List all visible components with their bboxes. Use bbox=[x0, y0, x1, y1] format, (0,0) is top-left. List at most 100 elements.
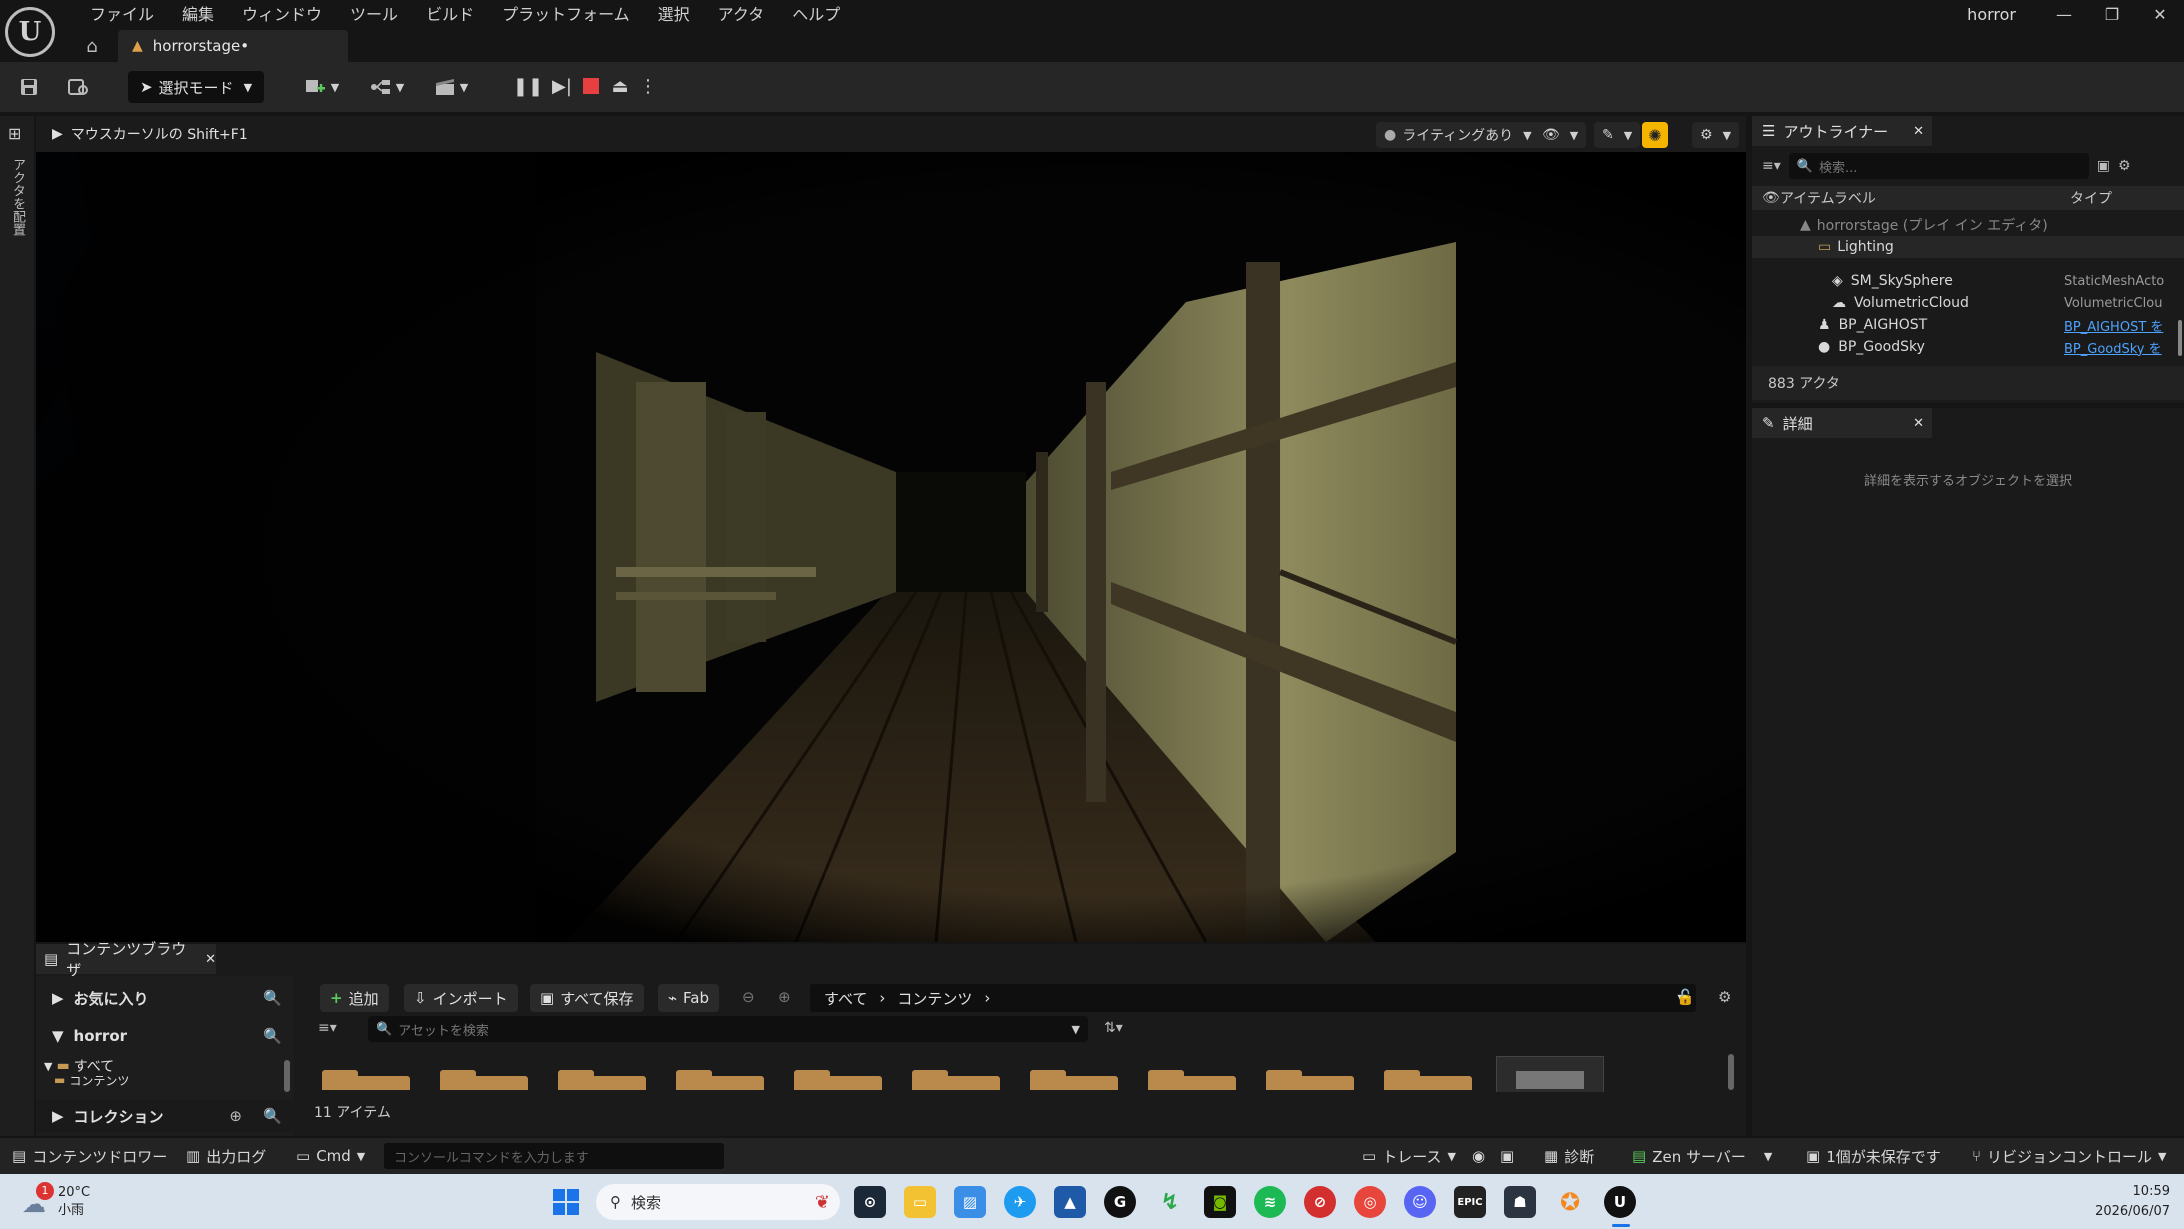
details-tab[interactable]: ✎ 詳細 ✕ bbox=[1752, 408, 1932, 438]
photos-icon[interactable]: ▨ bbox=[954, 1186, 986, 1218]
stop-icon[interactable] bbox=[583, 78, 599, 94]
unsaved-button[interactable]: ▣ 1個が未保存です bbox=[1806, 1138, 1941, 1174]
step-icon[interactable]: ▶| bbox=[549, 71, 575, 101]
show-flags-button[interactable]: 👁 ▼ bbox=[1534, 122, 1587, 148]
tab-horrorstage[interactable]: ▲ horrorstage• bbox=[118, 30, 348, 62]
col-type[interactable]: タイプ bbox=[2070, 188, 2112, 208]
content-drawer-button[interactable]: ▤ コンテンツドロワー bbox=[12, 1138, 167, 1174]
cmd-selector[interactable]: ▭ Cmd ▼ bbox=[296, 1138, 365, 1174]
collections-section[interactable]: ▶ コレクション ⊕ 🔍 bbox=[36, 1100, 294, 1132]
app-robot-icon[interactable]: ☗ bbox=[1504, 1186, 1536, 1218]
save-icon[interactable] bbox=[14, 71, 44, 103]
menu-build[interactable]: ビルド bbox=[412, 2, 488, 28]
asset-thumbnail[interactable] bbox=[1496, 1056, 1604, 1092]
close-window-button[interactable]: ✕ bbox=[2136, 1, 2184, 29]
gallery-icon[interactable]: ▲ bbox=[1054, 1186, 1086, 1218]
home-icon[interactable]: ⌂ bbox=[76, 30, 108, 62]
tree-row[interactable]: ▲ horrorstage (プレイ イン エディタ) bbox=[1752, 214, 2184, 236]
history-forward-icon[interactable]: ⊕ bbox=[778, 988, 791, 1006]
chrome-icon[interactable]: ◎ bbox=[1354, 1186, 1386, 1218]
console-input[interactable]: コンソールコマンドを入力します bbox=[384, 1143, 724, 1169]
lighting-mode-button[interactable]: ● ライティングあり ▼ bbox=[1376, 122, 1540, 148]
add-actor-icon[interactable]: ▼ bbox=[300, 71, 344, 103]
asset-folder[interactable] bbox=[794, 1070, 882, 1090]
output-log-button[interactable]: ▥ 出力ログ bbox=[186, 1138, 266, 1174]
tree-row[interactable]: ♟ BP_AIGHOST BP_AIGHOST を bbox=[1752, 314, 2184, 336]
place-actors-tab[interactable]: アクタを配置 bbox=[8, 158, 27, 236]
breadcrumb-all[interactable]: すべて bbox=[824, 988, 867, 1009]
app-green-icon[interactable]: ↯ bbox=[1154, 1186, 1186, 1218]
col-item-label[interactable]: アイテムラベル bbox=[1780, 188, 2070, 208]
snap-settings-button[interactable]: ✎ ▼ bbox=[1594, 122, 1641, 148]
menu-file[interactable]: ファイル bbox=[76, 2, 168, 28]
minimize-button[interactable]: — bbox=[2040, 1, 2088, 29]
more-options-icon[interactable]: ⋮ bbox=[639, 71, 657, 101]
weather-widget[interactable]: ☁ 1 bbox=[22, 1182, 54, 1218]
epic-games-icon[interactable]: EPIC bbox=[1454, 1186, 1486, 1218]
content-browser-tab[interactable]: ▤ コンテンツブラウザ ✕ bbox=[36, 940, 216, 979]
app-g-icon[interactable]: G bbox=[1104, 1186, 1136, 1218]
breadcrumb-content[interactable]: コンテンツ bbox=[897, 988, 972, 1009]
close-icon[interactable]: ✕ bbox=[1913, 124, 1924, 139]
realtime-toggle-icon[interactable]: ✺ bbox=[1642, 122, 1668, 148]
search-icon[interactable]: 🔍 bbox=[263, 989, 282, 1007]
asset-folder[interactable] bbox=[676, 1070, 764, 1090]
unreal-logo-icon[interactable]: U bbox=[5, 7, 55, 57]
select-mode-button[interactable]: ➤ 選択モード ▼ bbox=[128, 71, 264, 103]
asset-folder[interactable] bbox=[1030, 1070, 1118, 1090]
zen-server-button[interactable]: ▤ Zen サーバー ▼ bbox=[1632, 1138, 1772, 1174]
asset-folder[interactable] bbox=[1148, 1070, 1236, 1090]
tree-folder-all[interactable]: ▼ ▬ すべて bbox=[44, 1056, 114, 1076]
asset-folder[interactable] bbox=[912, 1070, 1000, 1090]
filter-icon[interactable]: ≡▾ bbox=[318, 1020, 337, 1036]
gear-icon[interactable]: ⚙ bbox=[1718, 988, 1731, 1006]
search-icon[interactable]: 🔍 bbox=[263, 1107, 282, 1125]
outliner-scrollbar[interactable] bbox=[2178, 320, 2182, 356]
place-actors-icon[interactable]: ⊞ bbox=[8, 124, 21, 143]
browse-content-icon[interactable] bbox=[64, 71, 94, 103]
menu-select[interactable]: 選択 bbox=[644, 2, 704, 28]
asset-folder[interactable] bbox=[440, 1070, 528, 1090]
discord-icon[interactable]: ☺ bbox=[1404, 1186, 1436, 1218]
nvidia-icon[interactable]: ◙ bbox=[1204, 1186, 1236, 1218]
chevron-down-icon[interactable]: ▼ bbox=[1072, 1023, 1080, 1036]
restore-button[interactable]: ❐ bbox=[2088, 1, 2136, 29]
gear-icon[interactable]: ⚙ bbox=[2118, 158, 2131, 174]
sort-icon[interactable]: ⇅▾ bbox=[1104, 1020, 1123, 1036]
outliner-search-input[interactable]: 🔍 検索... bbox=[1788, 153, 2089, 179]
asset-folder[interactable] bbox=[558, 1070, 646, 1090]
asset-folder[interactable] bbox=[1266, 1070, 1354, 1090]
menu-window[interactable]: ウィンドウ bbox=[228, 2, 336, 28]
add-button[interactable]: + 追加 bbox=[320, 984, 389, 1012]
history-back-icon[interactable]: ⊖ bbox=[742, 988, 755, 1006]
tree-row[interactable]: ☁ VolumetricCloud VolumetricClou bbox=[1752, 292, 2184, 314]
add-folder-icon[interactable]: ▣ bbox=[2097, 158, 2110, 174]
diagnostics-button[interactable]: ▦ 診断 bbox=[1544, 1138, 1594, 1174]
twitter-icon[interactable]: ✈ bbox=[1004, 1186, 1036, 1218]
save-all-button[interactable]: ▣ すべて保存 bbox=[530, 984, 644, 1012]
eye-icon[interactable]: 👁 bbox=[1752, 190, 1780, 206]
add-collection-icon[interactable]: ⊕ bbox=[229, 1107, 242, 1125]
close-icon[interactable]: ✕ bbox=[1913, 416, 1924, 431]
windows-start-icon[interactable] bbox=[550, 1186, 582, 1218]
pause-icon[interactable]: ❚❚ bbox=[513, 71, 543, 101]
import-button[interactable]: ⇩ インポート bbox=[404, 984, 518, 1012]
blueprint-icon[interactable]: ▼ bbox=[364, 71, 410, 103]
revision-control-button[interactable]: ⑂ リビジョンコントロール ▼ bbox=[1972, 1138, 2167, 1174]
taskbar-search[interactable]: ⚲ 検索 ❦ bbox=[596, 1184, 840, 1220]
eject-icon[interactable]: ⏏ bbox=[607, 71, 633, 101]
app-red-icon[interactable]: ⊘ bbox=[1304, 1186, 1336, 1218]
asset-folder[interactable] bbox=[322, 1070, 410, 1090]
close-icon[interactable]: ✕ bbox=[205, 952, 216, 967]
level-viewport[interactable] bbox=[36, 152, 1746, 942]
trace-button[interactable]: ▭ トレース ▼ bbox=[1362, 1138, 1456, 1174]
tree-row[interactable]: ● BP_GoodSky BP_GoodSky を bbox=[1752, 336, 2184, 358]
tree-scrollbar[interactable] bbox=[284, 1060, 290, 1092]
spotify-icon[interactable]: ≋ bbox=[1254, 1186, 1286, 1218]
menu-actor[interactable]: アクタ bbox=[704, 2, 779, 28]
outliner-tab[interactable]: ☰ アウトライナー ✕ bbox=[1752, 116, 1932, 146]
menu-help[interactable]: ヘルプ bbox=[778, 2, 854, 28]
blender-icon[interactable]: ✪ bbox=[1554, 1186, 1586, 1218]
menu-edit[interactable]: 編集 bbox=[168, 2, 228, 28]
asset-folder[interactable] bbox=[1384, 1070, 1472, 1090]
